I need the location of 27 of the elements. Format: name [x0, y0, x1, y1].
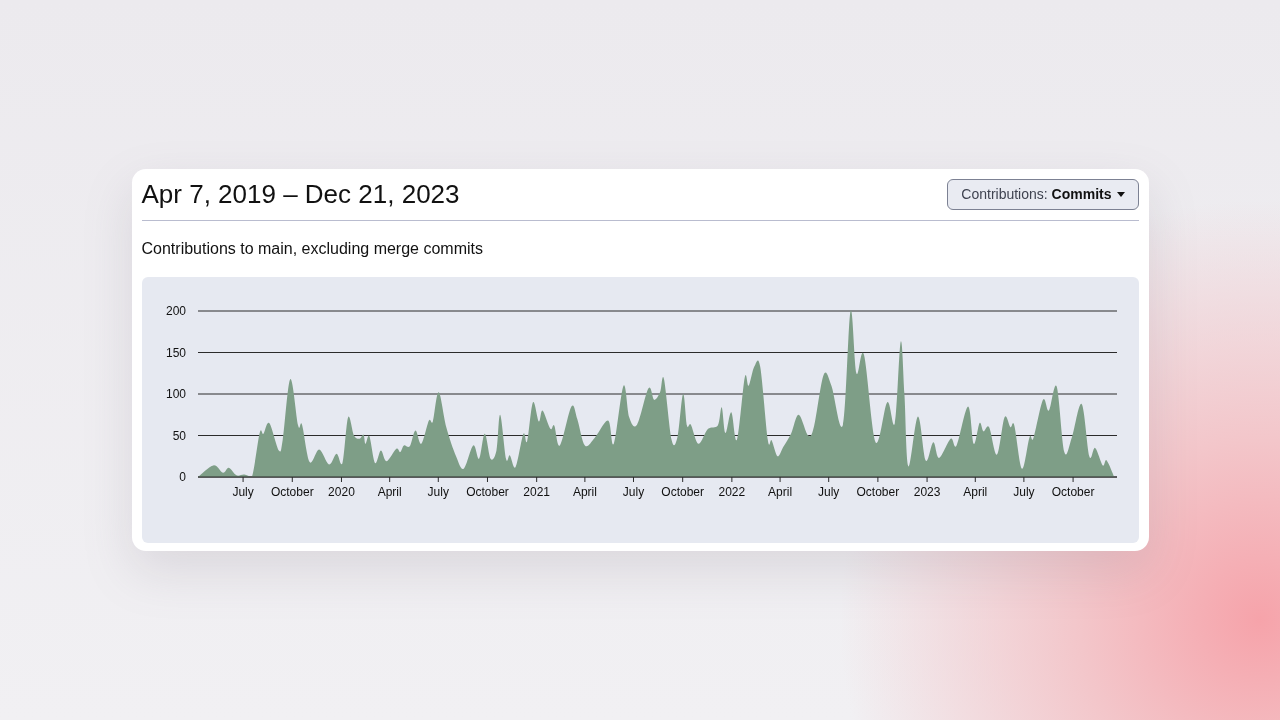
tick-label: July	[1012, 485, 1035, 499]
tick-label: October	[465, 485, 509, 499]
tick-label: October	[660, 485, 704, 499]
contributions-dropdown[interactable]: Contributions: Commits	[947, 178, 1139, 210]
tick-label: October	[856, 485, 899, 499]
tick-label: 200	[165, 304, 186, 318]
tick-label: July	[817, 485, 839, 499]
tick-label: 2022	[718, 485, 745, 499]
tick-label: October	[270, 485, 314, 499]
tick-label: October	[1051, 485, 1094, 499]
tick-label: April	[572, 485, 597, 499]
tick-label: April	[767, 485, 792, 499]
date-range-title: Apr 7, 2019 – Dec 21, 2023	[141, 178, 460, 211]
caret-icon	[1116, 191, 1125, 197]
chart-subtitle: Contributions to main, excluding merge commits	[141, 240, 484, 258]
tick-label: 100	[165, 387, 186, 401]
tick-label: 150	[165, 345, 186, 360]
tick-label: April	[377, 485, 402, 499]
tick-label: July	[622, 485, 644, 499]
tick-label: 2021	[522, 485, 550, 499]
tick-label: 50	[172, 428, 186, 443]
tick-label: 0	[178, 470, 186, 484]
tick-label: 2020	[327, 485, 355, 499]
tick-label: 2023	[913, 485, 940, 499]
tick-label: April	[962, 485, 987, 499]
tick-label: July	[231, 485, 254, 499]
tick-label: July	[427, 485, 449, 499]
